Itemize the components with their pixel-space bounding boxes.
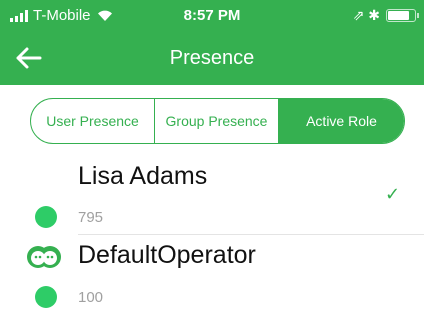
page-title: Presence <box>169 47 255 69</box>
row-divider <box>78 234 424 235</box>
battery-icon <box>386 9 419 22</box>
tab-user-presence[interactable]: User Presence <box>31 99 155 143</box>
status-online-icon <box>35 286 57 308</box>
list-item-extension: 795 <box>78 209 104 226</box>
nav-bar: Presence <box>0 38 424 78</box>
status-bar: T-Mobile 8:57 PM ⇗ ✱ <box>0 0 424 30</box>
status-bar-right: ⇗ ✱ <box>352 7 419 24</box>
list-item-lisa-adams[interactable]: Lisa Adams ✓ 795 <box>0 160 424 235</box>
checkmark-icon: ✓ <box>385 184 401 204</box>
status-online-icon <box>35 206 57 228</box>
tab-group-presence[interactable]: Group Presence <box>155 99 279 143</box>
segmented-control: User Presence Group Presence Active Role <box>30 98 405 144</box>
group-icon <box>27 246 61 268</box>
tab-active-role[interactable]: Active Role <box>279 99 404 143</box>
list-item-name: Lisa Adams <box>78 162 208 190</box>
list-item-defaultoperator[interactable]: DefaultOperator 100 <box>0 240 424 310</box>
list-item-name: DefaultOperator <box>78 241 256 269</box>
location-bluetooth-icons: ⇗ ✱ <box>352 7 380 23</box>
list-item-extension: 100 <box>78 289 104 306</box>
